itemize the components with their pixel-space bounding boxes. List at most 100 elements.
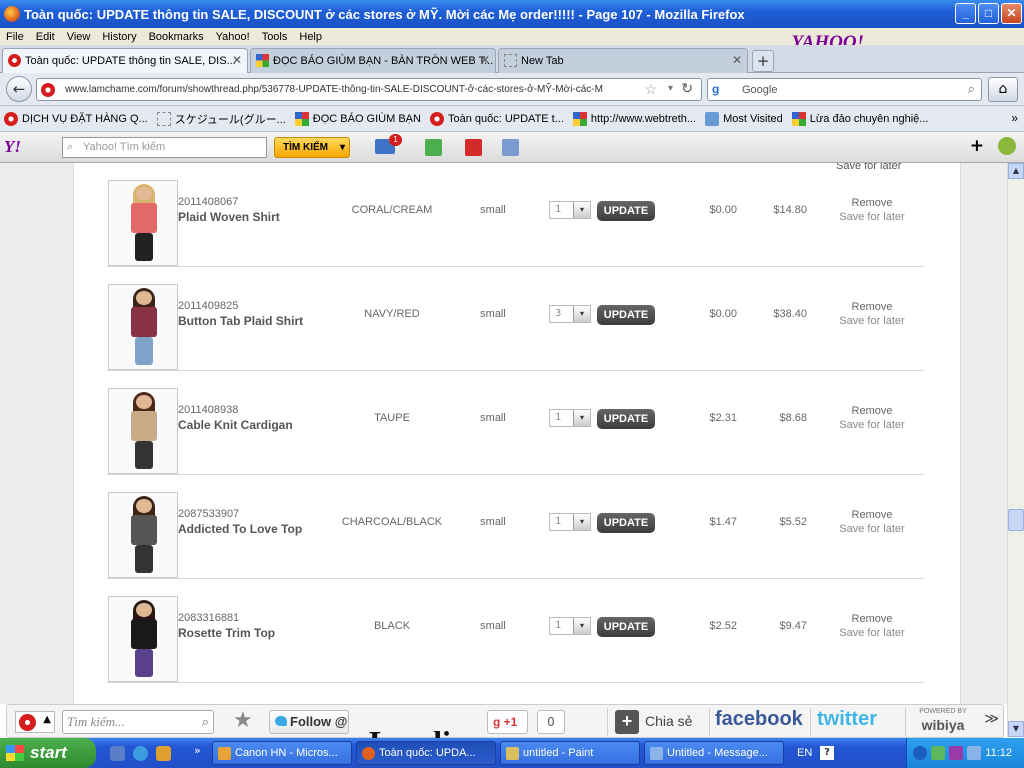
menu-help[interactable]: Help (293, 31, 328, 43)
bookmarks-overflow-icon[interactable]: » (1011, 111, 1018, 125)
antivirus-icon[interactable] (949, 746, 963, 760)
volume-icon[interactable] (967, 746, 981, 760)
update-button[interactable]: UPDATE (597, 201, 655, 221)
close-window-button[interactable]: ✕ (1001, 3, 1022, 24)
close-tab-icon[interactable]: ✕ (232, 53, 242, 67)
share-search-input[interactable]: Tìm kiếm... ⌕ (62, 710, 214, 734)
product-image[interactable] (108, 596, 178, 682)
menu-edit[interactable]: Edit (30, 31, 61, 43)
maximize-button[interactable]: □ (978, 3, 999, 24)
taskbar-item-message[interactable]: Untitled - Message... (644, 741, 784, 765)
menu-bookmarks[interactable]: Bookmarks (143, 31, 210, 43)
yahoo-search-input[interactable]: ⌕ Yahoo! Tìm kiếm (62, 137, 267, 158)
show-desktop-icon[interactable] (110, 746, 125, 761)
share-button[interactable]: + Chia sẻ (615, 710, 707, 734)
save-for-later-link[interactable]: Save for later (827, 315, 917, 327)
yahoo-search-button[interactable]: TÌM KIẾM ▾ (274, 137, 350, 158)
save-for-later-link[interactable]: Save for later (827, 211, 917, 223)
bookmark-star-icon[interactable]: ☆ (644, 81, 657, 98)
scrollbar-thumb[interactable] (1008, 509, 1024, 531)
language-indicator[interactable]: EN (797, 738, 812, 768)
chevron-down-icon[interactable]: ▾ (340, 138, 345, 157)
outlook-icon[interactable] (156, 746, 171, 761)
tab-new-tab[interactable]: New Tab ✕ (498, 48, 748, 73)
new-tab-button[interactable]: + (752, 50, 774, 72)
add-button-icon[interactable]: + (970, 136, 984, 156)
close-tab-icon[interactable]: ✕ (480, 53, 490, 67)
url-history-dropdown-icon[interactable]: ▾ (668, 83, 673, 94)
taskbar-item-firefox[interactable]: Toàn quốc: UPDA... (356, 741, 496, 765)
product-image[interactable] (108, 284, 178, 370)
yahoo-toolbar-logo[interactable]: Y! (4, 137, 21, 157)
minimize-button[interactable]: _ (955, 3, 976, 24)
product-name[interactable]: Cable Knit Cardigan (178, 418, 293, 432)
chevron-down-icon[interactable]: ▾ (573, 618, 590, 634)
reload-icon[interactable]: ↻ (681, 80, 693, 97)
quantity-select[interactable]: 1 ▾ (549, 201, 591, 219)
yahoo-games-icon[interactable] (465, 139, 482, 156)
product-image[interactable] (108, 180, 178, 266)
product-name[interactable]: Addicted To Love Top (178, 522, 302, 536)
favorite-star-icon[interactable]: ★ (233, 708, 253, 733)
bookmark-item[interactable]: Toàn quốc: UPDATE t... (426, 111, 569, 126)
quantity-select[interactable]: 1 ▾ (549, 513, 591, 531)
quicklaunch-overflow-icon[interactable]: » (194, 744, 201, 757)
remove-link[interactable]: Remove (827, 301, 917, 313)
start-button[interactable]: start (0, 738, 96, 768)
save-for-later-link[interactable]: Save for later (827, 523, 917, 535)
internet-explorer-icon[interactable] (133, 746, 148, 761)
search-icon[interactable]: ⌕ (968, 81, 975, 97)
menu-yahoo[interactable]: Yahoo! (210, 31, 256, 43)
product-name[interactable]: Plaid Woven Shirt (178, 210, 280, 224)
clock[interactable]: 11:12 (985, 738, 1012, 768)
vertical-scrollbar[interactable]: ▲ ▼ (1007, 163, 1024, 737)
bookmark-item[interactable]: Lừa đảo chuyên nghiệ... (788, 111, 934, 126)
menu-history[interactable]: History (96, 31, 142, 43)
site-menu-button[interactable]: ▲ (15, 711, 55, 733)
facebook-button[interactable]: facebook (715, 708, 803, 731)
update-button[interactable]: UPDATE (597, 305, 655, 325)
chevron-down-icon[interactable]: ▾ (573, 514, 590, 530)
collapse-bar-icon[interactable]: ≫ (984, 711, 999, 727)
close-tab-icon[interactable]: ✕ (732, 53, 742, 67)
help-icon[interactable]: ? (820, 746, 834, 760)
wibiya-logo[interactable]: wibiya (912, 717, 974, 733)
network-icon[interactable] (931, 746, 945, 760)
product-image[interactable] (108, 388, 178, 474)
chevron-down-icon[interactable]: ▾ (573, 202, 590, 218)
product-name[interactable]: Button Tab Plaid Shirt (178, 314, 303, 328)
chevron-down-icon[interactable]: ▾ (573, 410, 590, 426)
search-input[interactable]: g Google ⌕ (707, 78, 982, 101)
remove-link[interactable]: Remove (827, 509, 917, 521)
remove-link[interactable]: Remove (827, 405, 917, 417)
google-plus-one-button[interactable]: g +1 (487, 710, 528, 734)
url-bar[interactable]: www.lamchame.com/forum/showthread.php/53… (36, 78, 702, 101)
save-for-later-link[interactable]: Save for later (827, 419, 917, 431)
yahoo-messenger-icon[interactable] (425, 139, 442, 156)
twitter-button[interactable]: twitter (817, 708, 877, 731)
tab-lamchame[interactable]: Toàn quốc: UPDATE thông tin SALE, DIS...… (2, 48, 248, 73)
home-button[interactable]: ⌂ (988, 77, 1018, 102)
settings-gear-icon[interactable] (998, 137, 1016, 155)
update-button[interactable]: UPDATE (597, 513, 655, 533)
bookmark-item[interactable]: ĐỌC BÁO GIÙM BẠN (291, 111, 426, 126)
taskbar-item-canon[interactable]: Canon HN - Micros... (212, 741, 352, 765)
remove-link[interactable]: Remove (827, 197, 917, 209)
twitter-follow-button[interactable]: Follow @ (269, 710, 349, 734)
quantity-select[interactable]: 1 ▾ (549, 617, 591, 635)
product-image[interactable] (108, 492, 178, 578)
site-identity-icon[interactable] (41, 83, 55, 97)
google-icon[interactable]: g (712, 82, 719, 96)
update-button[interactable]: UPDATE (597, 617, 655, 637)
search-icon[interactable]: ⌕ (202, 711, 209, 733)
bookmark-item[interactable]: http://www.webtreth... (569, 111, 701, 126)
bookmark-item[interactable]: スケジュール(グルー... (153, 111, 291, 127)
chevron-down-icon[interactable]: ▾ (573, 306, 590, 322)
product-name[interactable]: Rosette Trim Top (178, 626, 275, 640)
menu-tools[interactable]: Tools (256, 31, 294, 43)
menu-view[interactable]: View (61, 31, 97, 43)
save-for-later-link[interactable]: Save for later (827, 627, 917, 639)
quantity-select[interactable]: 3 ▾ (549, 305, 591, 323)
menu-file[interactable]: File (0, 31, 30, 43)
yahoo-news-icon[interactable] (502, 139, 519, 156)
